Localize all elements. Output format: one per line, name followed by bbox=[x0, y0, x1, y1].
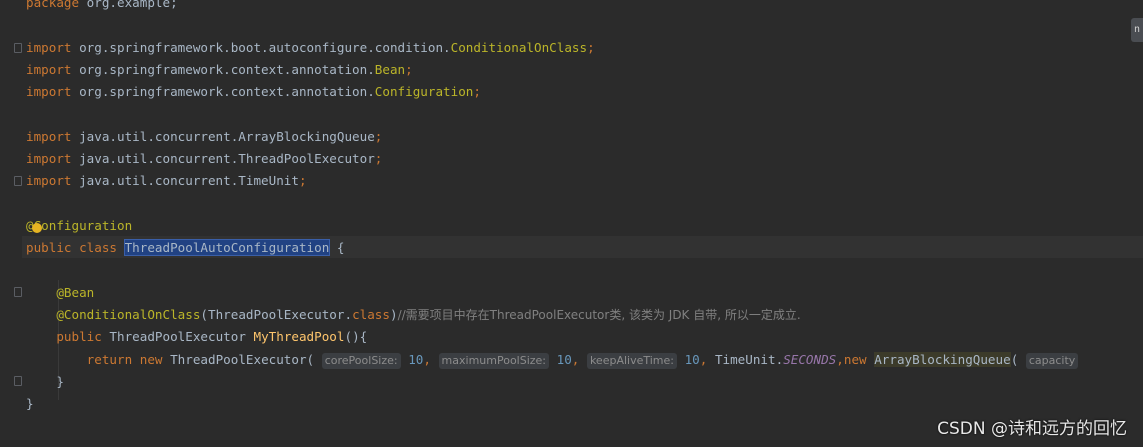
code-token: //需要项目中存在ThreadPoolExecutor类, 该类为 JDK 自带… bbox=[397, 308, 801, 323]
code-line[interactable] bbox=[26, 14, 1078, 36]
code-line[interactable]: import org.springframework.context.annot… bbox=[26, 59, 1078, 81]
code-line[interactable] bbox=[26, 103, 1078, 125]
code-token: Bean bbox=[374, 61, 406, 77]
code-token: , bbox=[423, 351, 439, 367]
code-token: return new bbox=[86, 351, 171, 367]
code-line[interactable]: public ThreadPoolExecutor MyThreadPool()… bbox=[26, 326, 1078, 348]
code-token: new bbox=[843, 351, 875, 367]
code-token: TimeUnit. bbox=[714, 351, 784, 367]
code-text-area[interactable]: package org.example; import org.springfr… bbox=[26, 0, 1079, 416]
code-token: , bbox=[571, 351, 587, 367]
code-token: class bbox=[352, 307, 390, 323]
code-token: import bbox=[26, 128, 72, 144]
parameter-hint: keepAliveTime: bbox=[586, 352, 677, 369]
editor-gutter[interactable] bbox=[0, 0, 22, 447]
code-token: @ConditionalOnClass bbox=[56, 307, 201, 323]
code-token: SECONDS bbox=[783, 351, 837, 367]
code-token: ; bbox=[374, 128, 383, 144]
code-token: import bbox=[26, 61, 72, 77]
code-token: , bbox=[699, 351, 715, 367]
code-line[interactable]: import java.util.concurrent.ArrayBlockin… bbox=[26, 126, 1078, 148]
watermark-text: CSDN @诗和远方的回忆 bbox=[937, 419, 1127, 439]
code-token: ; bbox=[473, 84, 481, 100]
code-token: package bbox=[26, 0, 80, 10]
code-token: import bbox=[26, 151, 72, 167]
code-token: ArrayBlockingQueue bbox=[874, 351, 1011, 367]
code-token: import bbox=[26, 39, 72, 55]
code-token: import bbox=[26, 173, 72, 189]
code-token: ThreadPoolExecutor( bbox=[170, 351, 322, 367]
code-token: java.util.concurrent.TimeUnit bbox=[71, 173, 299, 189]
code-token: org.springframework.context.annotation. bbox=[71, 84, 375, 100]
fold-marker-icon[interactable] bbox=[14, 287, 22, 297]
code-token: java.util.concurrent.ArrayBlockingQueue bbox=[71, 128, 375, 144]
code-token: ConditionalOnClass bbox=[450, 39, 588, 55]
code-token: (){ bbox=[344, 329, 368, 345]
code-token: , bbox=[836, 351, 844, 367]
fold-marker-icon[interactable] bbox=[14, 376, 22, 386]
code-line[interactable]: return new ThreadPoolExecutor( corePoolS… bbox=[26, 349, 1079, 371]
code-token: { bbox=[329, 240, 345, 256]
code-token: } bbox=[26, 396, 34, 412]
code-token: ; bbox=[587, 39, 595, 55]
code-line[interactable]: import java.util.concurrent.TimeUnit; bbox=[26, 170, 1078, 192]
code-line[interactable]: import java.util.concurrent.ThreadPoolEx… bbox=[26, 148, 1078, 170]
code-token: ThreadPoolAutoConfiguration bbox=[123, 239, 331, 257]
code-line[interactable]: package org.example; bbox=[26, 0, 1078, 14]
code-token: ) bbox=[389, 307, 398, 323]
code-line[interactable]: } bbox=[26, 371, 1078, 393]
code-token: } bbox=[26, 374, 64, 390]
code-token: java.util.concurrent.ThreadPoolExecutor bbox=[71, 151, 375, 167]
code-token: 10 bbox=[684, 351, 700, 367]
code-token: MyThreadPool bbox=[253, 329, 345, 345]
code-token: import bbox=[26, 84, 72, 100]
parameter-hint: capacity bbox=[1025, 352, 1079, 369]
code-line[interactable] bbox=[26, 260, 1078, 282]
code-line[interactable]: public class ThreadPoolAutoConfiguration… bbox=[26, 237, 1078, 259]
parameter-hint: corePoolSize: bbox=[321, 352, 401, 369]
code-line[interactable]: @ConditionalOnClass(ThreadPoolExecutor.c… bbox=[26, 304, 1078, 326]
code-token: 10 bbox=[556, 351, 572, 367]
code-token: org.springframework.boot.autoconfigure.c… bbox=[71, 39, 451, 55]
code-token: org.example; bbox=[79, 0, 178, 10]
code-editor[interactable]: package org.example; import org.springfr… bbox=[0, 0, 1143, 447]
code-token: ; bbox=[298, 173, 307, 189]
code-token: @Configuration bbox=[26, 217, 133, 233]
code-token: ThreadPoolExecutor bbox=[109, 329, 254, 345]
code-token: public bbox=[56, 329, 110, 345]
code-line[interactable]: import org.springframework.context.annot… bbox=[26, 81, 1078, 103]
code-token: ( bbox=[1010, 351, 1026, 367]
fold-marker-icon[interactable] bbox=[14, 43, 22, 53]
code-line[interactable]: } bbox=[26, 393, 1078, 415]
lightbulb-intention-icon[interactable] bbox=[32, 223, 42, 233]
fold-marker-icon[interactable] bbox=[14, 176, 22, 186]
code-token: (ThreadPoolExecutor. bbox=[200, 307, 353, 323]
code-token: ; bbox=[405, 61, 413, 77]
code-line[interactable]: @Bean bbox=[26, 282, 1078, 304]
parameter-hint: maximumPoolSize: bbox=[438, 352, 550, 369]
code-token: 10 bbox=[408, 351, 424, 367]
code-token: Configuration bbox=[374, 84, 474, 100]
right-panel-tab[interactable]: n bbox=[1131, 18, 1143, 42]
code-token: org.springframework.context.annotation. bbox=[71, 61, 375, 77]
code-token: public class bbox=[26, 240, 125, 256]
code-line[interactable]: @Configuration bbox=[26, 215, 1078, 237]
code-line[interactable]: import org.springframework.boot.autoconf… bbox=[26, 37, 1078, 59]
code-line[interactable] bbox=[26, 193, 1078, 215]
code-token: ; bbox=[374, 151, 383, 167]
code-token: @Bean bbox=[56, 284, 95, 300]
